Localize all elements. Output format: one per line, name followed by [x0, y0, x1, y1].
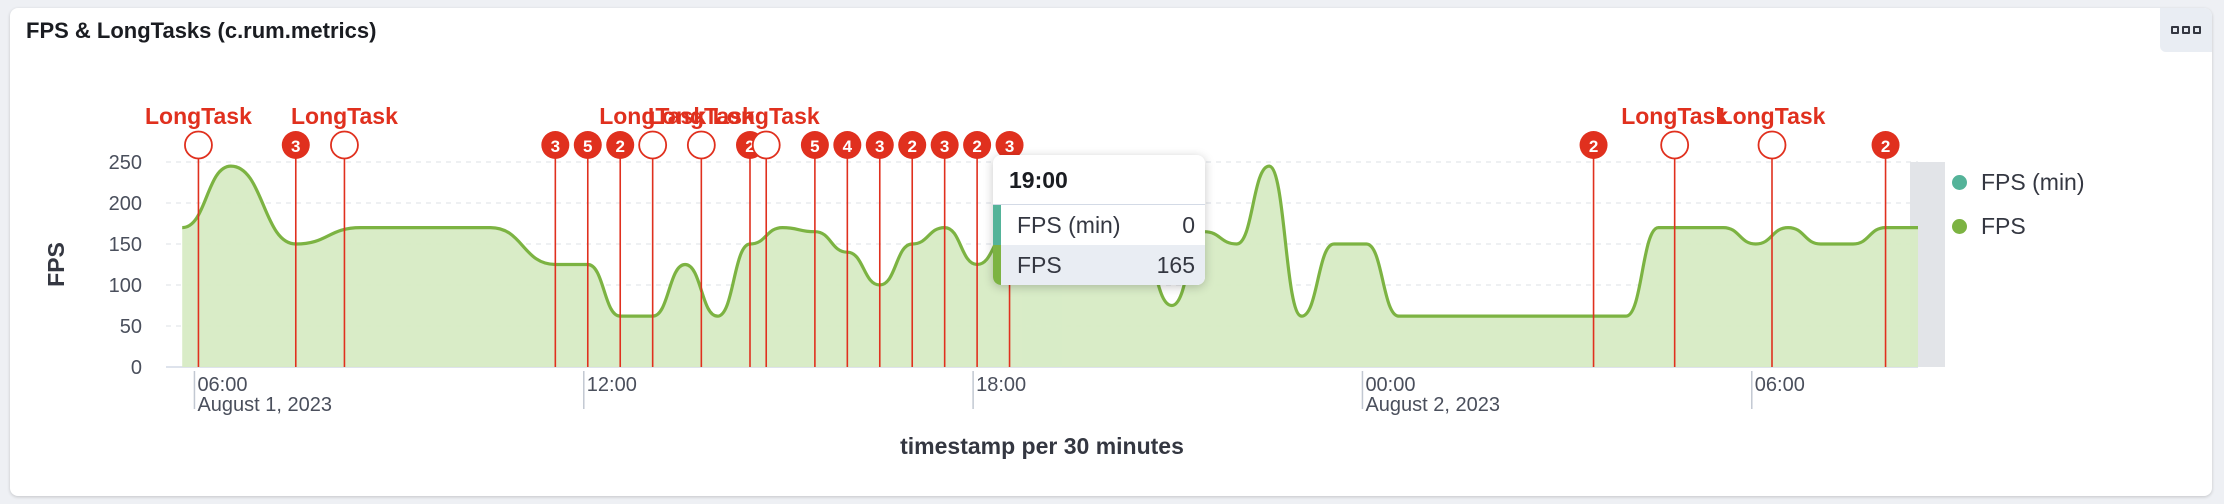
chart-tooltip: 19:00 FPS (min) 0 FPS 165 [993, 155, 1205, 285]
annotation-marker [1660, 130, 1690, 160]
annotation-count: 5 [810, 137, 819, 156]
chart-legend: FPS (min) FPS [1952, 160, 2085, 248]
annotation-marker [751, 130, 781, 160]
annotation-count: 5 [583, 137, 592, 156]
annotation-label: LongTask [1719, 103, 1826, 129]
y-tick-label: 200 [109, 193, 142, 215]
annotation-marker [686, 130, 716, 160]
annotation-marker [330, 130, 359, 160]
y-tick-label: 250 [109, 152, 142, 174]
tooltip-label: FPS (min) [1017, 211, 1121, 238]
annotation-count: 3 [291, 137, 300, 156]
x-tick-label: 12:00 [587, 374, 637, 396]
x-tick-label: 18:00 [976, 374, 1026, 396]
tooltip-value: 165 [1156, 251, 1195, 278]
tooltip-value: 0 [1182, 211, 1195, 238]
tooltip-time: 19:00 [993, 155, 1205, 205]
annotation-count: 3 [1005, 137, 1014, 156]
annotation-marker [184, 130, 213, 160]
y-tick-label: 0 [131, 357, 142, 379]
annotation-label: LongTask [291, 103, 398, 129]
legend-label-fps-min: FPS (min) [1981, 168, 2085, 195]
y-tick-label: 50 [120, 316, 142, 338]
legend-swatch-fps [1952, 218, 1967, 234]
x-tick-label: 06:00 [197, 374, 247, 396]
x-axis-title: timestamp per 30 minutes [900, 433, 1184, 459]
annotation-marker [638, 130, 668, 160]
annotation-count: 3 [551, 137, 560, 156]
annotation-count: 3 [875, 137, 884, 156]
legend-swatch-fps-min [1952, 174, 1967, 190]
tooltip-swatch-fps [993, 245, 1001, 285]
annotation-marker [1757, 130, 1787, 160]
x-tick-sublabel: August 1, 2023 [197, 394, 332, 416]
y-axis-title: FPS [43, 242, 69, 287]
x-tick-label: 00:00 [1365, 374, 1415, 396]
y-tick-label: 100 [109, 275, 142, 297]
x-tick-sublabel: August 2, 2023 [1365, 394, 1500, 416]
tooltip-swatch-fps-min [993, 205, 1001, 245]
annotation-count: 2 [1881, 137, 1890, 156]
annotation-count: 2 [972, 137, 981, 156]
annotation-label: LongTask [1621, 103, 1728, 129]
legend-item-fps-min[interactable]: FPS (min) [1952, 160, 2085, 204]
tooltip-label: FPS [1017, 251, 1062, 278]
y-tick-label: 150 [109, 234, 142, 256]
legend-item-fps[interactable]: FPS [1952, 204, 2085, 248]
annotation-count: 2 [907, 137, 916, 156]
annotation-label: LongTask [145, 103, 252, 129]
annotation-count: 3 [940, 137, 949, 156]
tooltip-row-fps: FPS 165 [993, 245, 1205, 285]
annotation-count: 2 [1589, 137, 1598, 156]
legend-label-fps: FPS [1981, 212, 2026, 239]
tooltip-row-fps-min: FPS (min) 0 [993, 205, 1205, 245]
annotation-count: 2 [615, 137, 624, 156]
annotation-count: 4 [843, 137, 853, 156]
x-tick-label: 06:00 [1755, 374, 1805, 396]
annotation-label: LongTask [713, 103, 820, 129]
